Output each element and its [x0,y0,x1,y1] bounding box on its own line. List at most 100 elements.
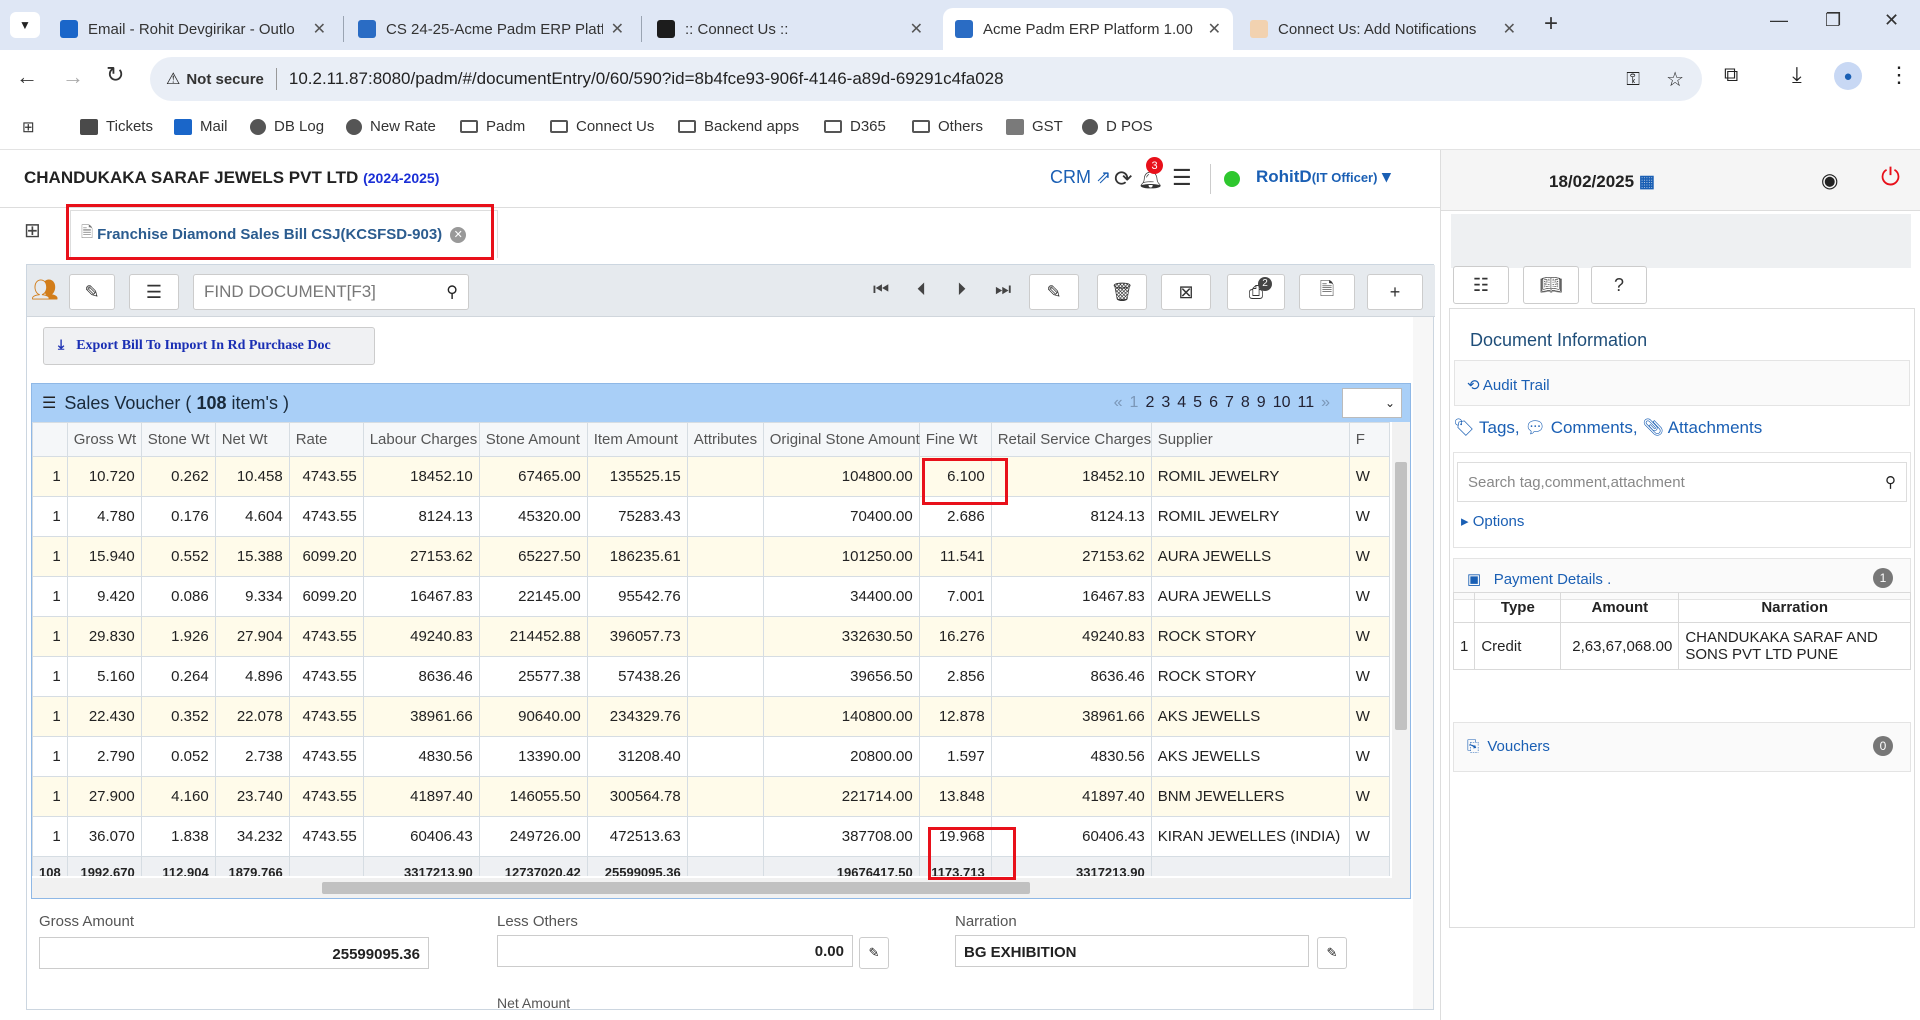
column-header[interactable]: Fine Wt [918,422,992,457]
edit-button[interactable]: ✎ [1029,274,1079,310]
column-header[interactable]: Supplier [1150,422,1350,457]
back-icon[interactable]: ← [16,64,38,90]
add-button[interactable]: + [1367,274,1423,310]
table-row[interactable]: 1 9.420 0.086 9.334 6099.20 16467.83 22145.00 9… [32,576,1390,617]
column-header[interactable]: Stone Wt [140,422,216,457]
crm-link[interactable]: CRM ⇗ [1050,167,1111,188]
column-header[interactable]: Gross Wt [66,422,142,457]
column-header[interactable]: Original Stone Amount [762,422,920,457]
export-bill-button[interactable]: ⤓ Export Bill To Import In Rd Purchase D… [43,327,375,365]
page-10[interactable]: 10 [1273,394,1291,412]
table-row[interactable]: 1 5.160 0.264 4.896 4743.55 8636.46 25577.38 57… [32,656,1390,697]
narration-field[interactable]: BG EXHIBITION [955,935,1309,967]
close-tab-icon[interactable]: ✕ [1503,19,1516,39]
search-icon[interactable]: ⚲ [446,282,458,302]
page-8[interactable]: 8 [1241,394,1250,412]
table-row[interactable]: 1 29.830 1.926 27.904 4743.55 49240.83 214452.… [32,616,1390,657]
page-next[interactable]: » [1321,394,1330,412]
table-row[interactable]: 1 27.900 4.160 23.740 4743.55 41897.40 146055.… [32,776,1390,817]
page-6[interactable]: 6 [1209,394,1218,412]
users-icon[interactable]: 👥︎ [31,277,59,303]
menu-icon[interactable]: ⋮ [1888,62,1910,88]
attachments-link[interactable]: 📎︎ Attachments [1642,418,1762,437]
tag-search-input[interactable]: Search tag,comment,attachment ⚲ [1457,462,1907,502]
forward-icon[interactable]: → [62,64,84,90]
bookmark-gst[interactable]: GST [1006,118,1063,135]
edit-mode-button[interactable]: ✎ [69,274,115,310]
sync-icon[interactable]: ⟳ [1114,166,1132,192]
close-window-icon[interactable]: ✕ [1884,10,1899,31]
page-prev[interactable]: « [1114,394,1123,412]
bookmark-d365[interactable]: D365 [824,118,886,135]
table-row[interactable]: 1 10.720 0.262 10.458 4743.55 18452.10 67465.0… [32,456,1390,497]
table-row[interactable]: 1 4.780 0.176 4.604 4743.55 8124.13 45320.00 75… [32,496,1390,537]
page-1[interactable]: 1 [1130,394,1139,412]
bookmark-newrate[interactable]: New Rate [346,118,436,135]
browser-tab-cs[interactable]: CS 24-25-Acme Padm ERP Platf ✕ [346,8,636,50]
browser-tab-outlook[interactable]: Email - Rohit Devgirikar - Outlo ✕ [48,8,338,50]
search-icon[interactable]: ⚲ [1885,473,1896,491]
column-header[interactable]: Attributes [686,422,764,457]
last-record-icon[interactable]: ⏭ [995,279,1011,300]
browser-tab-active[interactable]: Acme Padm ERP Platform 1.00 ✕ [943,8,1233,50]
narration-edit-button[interactable]: ✎ [1317,937,1347,969]
column-header[interactable]: Stone Amount [478,422,588,457]
list-view-button[interactable]: ☰ [129,274,179,310]
column-header[interactable]: Item Amount [586,422,688,457]
table-row[interactable]: 1 36.070 1.838 34.232 4743.55 60406.43 249726.… [32,816,1390,857]
audit-trail-link[interactable]: ⟲ Audit Trail [1467,376,1550,394]
close-tab-icon[interactable]: ✕ [313,19,326,39]
close-tab-icon[interactable]: ✕ [611,19,624,39]
tab-search-button[interactable]: ▼ [10,12,40,38]
page-11[interactable]: 11 [1297,394,1314,412]
extensions-icon[interactable]: ⧉ [1724,64,1738,87]
close-tab-icon[interactable]: ✕ [910,19,923,39]
column-header[interactable]: F [1348,422,1390,457]
report-button[interactable]: 🗎︎ [1299,274,1355,310]
apps-grid-icon[interactable]: ⊞ [22,118,35,136]
bookmark-connectus[interactable]: Connect Us [550,118,654,135]
column-header[interactable]: Retail Service Charges [990,422,1152,457]
apps-menu-icon[interactable]: ⊞ [24,218,41,243]
download-icon[interactable]: ⤓ [1792,62,1802,88]
options-toggle[interactable]: ▸ Options [1461,512,1524,530]
less-others-field[interactable]: 0.00 [497,935,853,967]
page-7[interactable]: 7 [1225,394,1234,412]
payment-details-link[interactable]: ▣ Payment Details . [1467,570,1611,588]
panel-scrollbar[interactable] [1413,317,1433,1009]
table-row[interactable]: 1 22.430 0.352 22.078 4743.55 38961.66 90640.0… [32,696,1390,737]
new-tab-icon[interactable]: + [1544,10,1558,38]
column-header[interactable] [32,422,68,457]
horizontal-scrollbar[interactable] [32,878,1410,898]
bookmark-dblog[interactable]: DB Log [250,118,324,135]
print-button[interactable]: ⎙ 2 [1227,274,1285,310]
tags-link[interactable]: 🏷︎ Tags, [1453,418,1520,437]
page-4[interactable]: 4 [1177,394,1186,412]
delete-button[interactable]: 🗑︎ [1097,274,1147,310]
minimize-icon[interactable]: — [1770,10,1788,31]
page-9[interactable]: 9 [1257,394,1266,412]
find-document-input[interactable]: FIND DOCUMENT[F3] ⚲ [193,274,469,310]
key-icon[interactable]: ⚿ [1626,69,1640,90]
power-icon[interactable]: ⏻ [1881,164,1900,192]
browser-tab-notifications[interactable]: Connect Us: Add Notifications ✕ [1238,8,1528,50]
previous-record-icon[interactable]: ⏴ [917,279,926,300]
vertical-scrollbar[interactable] [1392,422,1410,878]
column-header[interactable]: Net Wt [214,422,290,457]
next-record-icon[interactable]: ⏵ [957,279,966,300]
bookmark-tickets[interactable]: Tickets [80,118,153,135]
url-bar[interactable]: ⚠ Not secure 10.2.11.87:8080/padm/#/docu… [150,57,1702,101]
star-icon[interactable]: ☆ [1666,67,1684,92]
vouchers-link[interactable]: ⎘ Vouchers [1467,738,1550,755]
book-tab-button[interactable]: 📖︎ [1523,266,1579,304]
bookmark-dpos[interactable]: D POS [1082,118,1153,135]
table-row[interactable]: 1 15.940 0.552 15.388 6099.20 27153.62 65227.5… [32,536,1390,577]
hide-eye-icon[interactable]: ◉ [1821,168,1838,193]
page-size-select[interactable]: ⌄ [1342,388,1402,418]
table-row[interactable]: 1 2.790 0.052 2.738 4743.55 4830.56 13390.00 31… [32,736,1390,777]
profile-avatar[interactable]: ● [1834,62,1862,90]
gross-amount-field[interactable]: 25599095.36 [39,937,429,969]
page-2[interactable]: 2 [1145,394,1154,412]
bookmark-others[interactable]: Others [912,118,983,135]
page-5[interactable]: 5 [1193,394,1202,412]
